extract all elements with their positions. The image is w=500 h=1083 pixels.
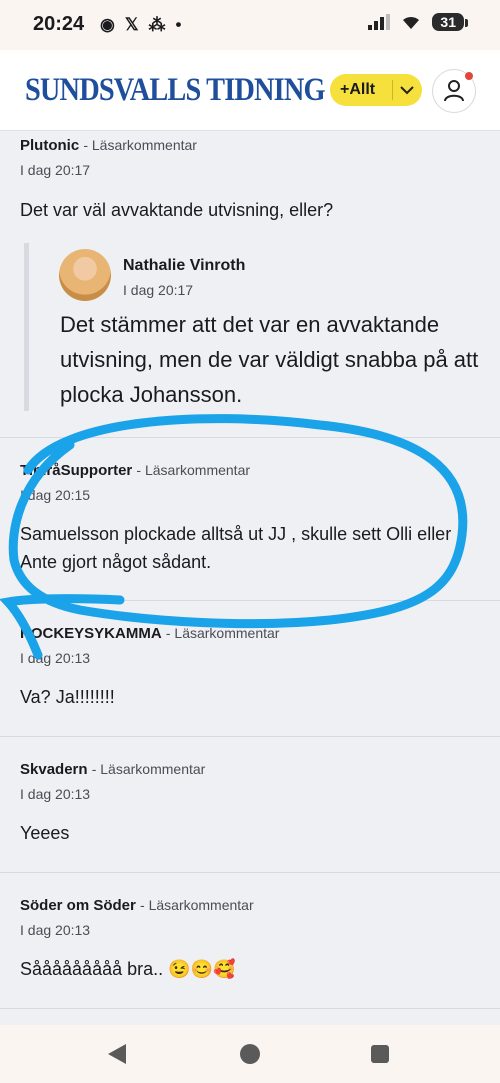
notification-icons: ◉ 𝕏 ⁂ • [100,15,182,35]
comment-author[interactable]: HOCKEYSYKAMMA [20,625,162,642]
home-icon[interactable] [240,1044,260,1064]
comment-kind: - Läsarkommentar [83,137,197,153]
back-icon[interactable] [108,1044,126,1064]
list-item: HOCKEYSYKAMMA - Läsarkommentar I dag 20:… [0,601,500,737]
comment-body: Sååååååååå bra.. 😉😊🥰 [20,959,236,979]
comment-author[interactable]: Plutonic [20,137,79,154]
system-navigation-bar [0,1025,500,1083]
list-item: TimråSupporter - Läsarkommentar I dag 20… [0,438,500,601]
comment-body: Va? Ja!!!!!!!! [20,687,115,707]
notification-dot [465,72,473,80]
status-time: 20:24 [33,13,85,35]
signal-icon [368,14,391,30]
author-line: Plutonic - Läsarkommentar [20,137,197,154]
comment-time: I dag 20:13 [20,922,91,938]
comment-kind: - Läsarkommentar [136,462,251,478]
plus-button-label: +Allt [340,81,376,98]
comment-feed[interactable]: Plutonic - Läsarkommentar I dag 20:17 De… [0,131,500,1009]
site-header: SUNDSVALLS TIDNING +Allt [0,50,500,131]
comment-time: I dag 20:15 [20,487,91,503]
list-item: Skvadern - Läsarkommentar I dag 20:13 Ye… [0,737,500,873]
comment-kind: - Läsarkommentar [91,761,206,777]
avatar [59,249,111,301]
author-line: TimråSupporter - Läsarkommentar [20,462,250,479]
site-logo[interactable]: SUNDSVALLS TIDNING [25,72,326,109]
reply-author: Nathalie Vinroth [123,257,246,274]
comment-body: Samuelsson plockade alltså ut JJ , skull… [20,524,452,572]
recent-apps-icon[interactable] [371,1045,389,1063]
comment-time: I dag 20:13 [20,786,91,802]
reply-time: I dag 20:17 [123,282,194,298]
more-notifications-dot-icon: • [175,15,182,34]
comment-kind: - Läsarkommentar [165,625,280,641]
x-app-icon: 𝕏 [124,15,139,34]
account-button[interactable] [432,69,476,113]
divider [392,80,393,100]
status-bar: 20:24 ◉ 𝕏 ⁂ • 31 [0,0,500,50]
wifi-icon [403,16,420,29]
comment-body: Det var väl avvaktande utvisning, eller? [20,200,334,220]
plus-subscription-button[interactable]: +Allt [330,74,422,106]
user-icon [444,80,464,102]
comment-thread: Plutonic - Läsarkommentar I dag 20:17 De… [0,131,500,438]
comment-author[interactable]: Skvadern [20,761,88,778]
reply-body: Det stämmer att det var en avvaktande ut… [60,312,479,407]
comment-body: Yeees [20,823,70,843]
author-line: HOCKEYSYKAMMA - Läsarkommentar [20,625,279,642]
chevron-down-icon[interactable] [399,85,415,95]
author-line: Söder om Söder - Läsarkommentar [20,897,254,914]
app-notification-icon: ◉ [100,15,115,34]
comment-kind: - Läsarkommentar [140,897,254,913]
threads-icon: ⁂ [148,15,166,34]
comment-author[interactable]: TimråSupporter [20,462,132,479]
author-line: Skvadern - Läsarkommentar [20,761,205,778]
comment-time: I dag 20:17 [20,162,91,178]
list-item: Söder om Söder - Läsarkommentar I dag 20… [0,873,500,1009]
battery-icon: 31 [432,13,468,31]
journalist-reply: Nathalie Vinroth I dag 20:17 Det stämmer… [24,243,489,411]
comment-author[interactable]: Söder om Söder [20,897,136,914]
comment-time: I dag 20:13 [20,650,91,666]
system-icons: 31 [368,13,468,31]
